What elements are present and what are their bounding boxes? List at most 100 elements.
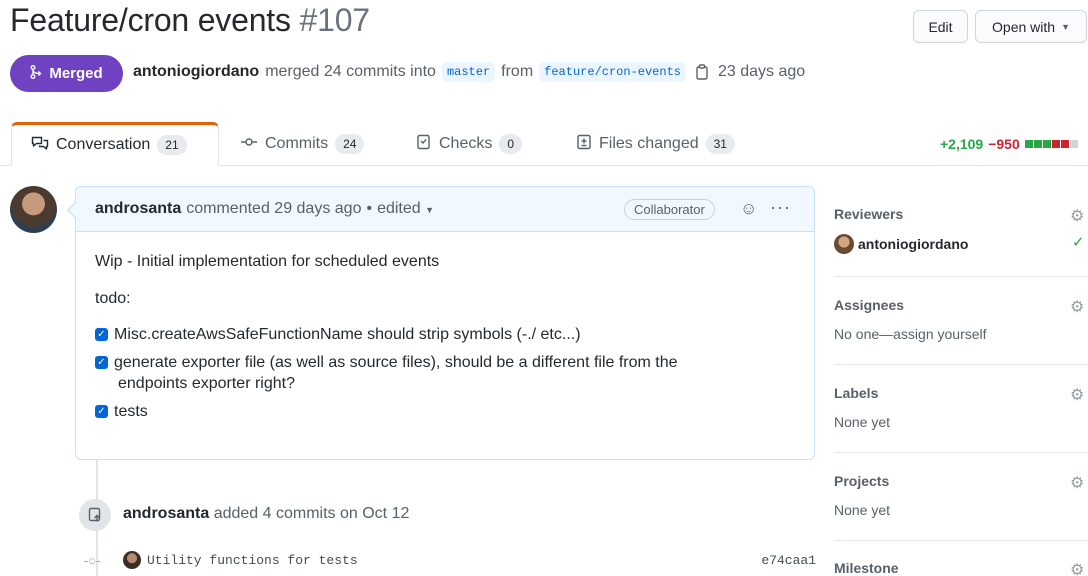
reviewer-item: antoniogiordano <box>834 234 1088 254</box>
comment-author[interactable]: androsanta <box>95 200 181 218</box>
labels-value: None yet <box>834 414 891 430</box>
sidebar-milestone: Milestone ⚙ <box>834 560 1088 576</box>
tab-label: Files changed <box>599 135 699 152</box>
task-text: tests <box>114 403 148 420</box>
avatar[interactable] <box>10 186 57 233</box>
task-text-line: endpoints exporter right? <box>118 375 295 392</box>
projects-title[interactable]: Projects <box>834 473 1088 489</box>
open-with-button[interactable]: Open with ▼ <box>975 10 1087 43</box>
separator-dot: • <box>366 200 373 217</box>
task-text: Misc.createAwsSafeFunctionName should st… <box>114 326 581 343</box>
diffstat-block <box>1060 140 1069 148</box>
comment-line: todo: <box>95 290 131 307</box>
checklist-icon <box>416 134 432 155</box>
diffstat-block <box>1069 140 1078 148</box>
task-item: ✓ tests <box>95 401 795 422</box>
comment-meta[interactable]: commented 29 days ago <box>186 200 361 218</box>
tab-conversation[interactable]: Conversation 21 <box>11 122 219 166</box>
sidebar-assignees: Assignees ⚙ No one—assign yourself <box>834 297 1088 342</box>
avatar[interactable] <box>834 234 854 254</box>
sidebar-labels: Labels ⚙ None yet <box>834 385 1088 430</box>
gear-icon[interactable]: ⚙ <box>1070 385 1084 405</box>
checkbox-checked[interactable]: ✓ <box>95 356 108 369</box>
diffstat-block <box>1033 140 1042 148</box>
kebab-menu-icon[interactable]: ··· <box>770 197 791 218</box>
task-text-line: generate exporter file (as well as sourc… <box>114 354 678 371</box>
deletions-count: −950 <box>988 136 1020 152</box>
diffstat-block <box>1024 140 1033 148</box>
chevron-down-icon: ▼ <box>425 205 435 215</box>
commit-row: -○- Utility functions for tests e74caa1 <box>84 550 816 570</box>
diffstat-block <box>1051 140 1060 148</box>
merged-text: merged 24 commits into <box>265 63 436 80</box>
base-branch[interactable]: master <box>441 62 496 82</box>
commit-sha[interactable]: e74caa1 <box>761 553 816 568</box>
merged-label: Merged <box>49 65 103 82</box>
projects-value: None yet <box>834 502 891 518</box>
comment-line: Wip - Initial implementation for schedul… <box>95 253 440 270</box>
tab-count: 24 <box>335 134 365 154</box>
gear-icon[interactable]: ⚙ <box>1070 297 1084 317</box>
edited-label: edited <box>377 200 421 217</box>
merged-badge: Merged <box>10 55 123 92</box>
checkbox-checked[interactable]: ✓ <box>95 328 108 341</box>
tab-checks[interactable]: Checks 0 <box>416 122 523 166</box>
gear-icon[interactable]: ⚙ <box>1070 206 1084 226</box>
pr-title: Feature/cron events <box>10 2 291 38</box>
repo-push-icon <box>79 499 111 531</box>
tab-count: 31 <box>705 134 735 154</box>
checkbox-checked[interactable]: ✓ <box>95 405 108 418</box>
commit-icon: -○- <box>84 552 101 568</box>
head-branch[interactable]: feature/cron-events <box>539 62 686 82</box>
sidebar-divider <box>834 276 1088 277</box>
sidebar-reviewers: Reviewers ⚙ antoniogiordano ✓ <box>834 206 1088 254</box>
event-author[interactable]: androsanta <box>123 505 209 522</box>
file-diff-icon <box>576 134 592 155</box>
commit-icon <box>240 135 258 153</box>
collaborator-badge: Collaborator <box>624 199 715 220</box>
assignees-title[interactable]: Assignees <box>834 297 1088 313</box>
tab-files-changed[interactable]: Files changed 31 <box>576 122 735 166</box>
task-item: ✓ Misc.createAwsSafeFunctionName should … <box>95 324 795 345</box>
sidebar-divider <box>834 540 1088 541</box>
event-text: added 4 commits on Oct 12 <box>213 505 410 522</box>
page-title: Feature/cron events #107 <box>10 2 370 39</box>
chevron-down-icon: ▼ <box>1061 21 1070 32</box>
tab-label: Checks <box>439 135 493 152</box>
edit-button[interactable]: Edit <box>913 10 968 43</box>
open-with-label: Open with <box>992 18 1056 35</box>
merge-icon <box>30 64 44 83</box>
tab-label: Commits <box>265 135 329 152</box>
conversation-icon <box>31 135 49 156</box>
diffstat-block <box>1042 140 1051 148</box>
commit-message[interactable]: Utility functions for tests <box>147 553 358 568</box>
from-text: from <box>501 63 534 80</box>
avatar[interactable] <box>123 551 141 569</box>
tab-commits[interactable]: Commits 24 <box>240 122 365 166</box>
gear-icon[interactable]: ⚙ <box>1070 560 1084 576</box>
merger-link[interactable]: antoniogiordano <box>133 63 259 81</box>
comment-pointer-fill <box>69 203 76 217</box>
smiley-icon[interactable]: ☺ <box>740 199 757 219</box>
commit-event: androsanta added 4 commits on Oct 12 <box>123 505 409 523</box>
tab-label: Conversation <box>56 136 151 153</box>
merge-age: 23 days ago <box>717 63 806 80</box>
milestone-title[interactable]: Milestone <box>834 560 1088 576</box>
edited-dropdown[interactable]: edited ▼ <box>377 200 434 218</box>
additions-count: +2,109 <box>940 136 984 152</box>
gear-icon[interactable]: ⚙ <box>1070 473 1084 493</box>
reviewers-title[interactable]: Reviewers <box>834 206 1088 222</box>
reviewer-name[interactable]: antoniogiordano <box>858 236 968 252</box>
task-text: generate exporter file (as well as sourc… <box>114 352 678 394</box>
task-item: ✓ generate exporter file (as well as sou… <box>95 352 795 394</box>
sidebar-projects: Projects ⚙ None yet <box>834 473 1088 518</box>
diffstat-blocks <box>1024 140 1078 148</box>
clipboard-icon[interactable] <box>692 64 712 80</box>
assignees-value[interactable]: No one—assign yourself <box>834 326 1088 342</box>
sidebar-divider <box>834 364 1088 365</box>
tab-count: 21 <box>157 135 187 155</box>
diffstat: +2,109 −950 <box>940 136 1078 152</box>
check-icon: ✓ <box>1072 234 1085 251</box>
tab-count: 0 <box>499 134 523 154</box>
labels-title[interactable]: Labels <box>834 385 1088 401</box>
